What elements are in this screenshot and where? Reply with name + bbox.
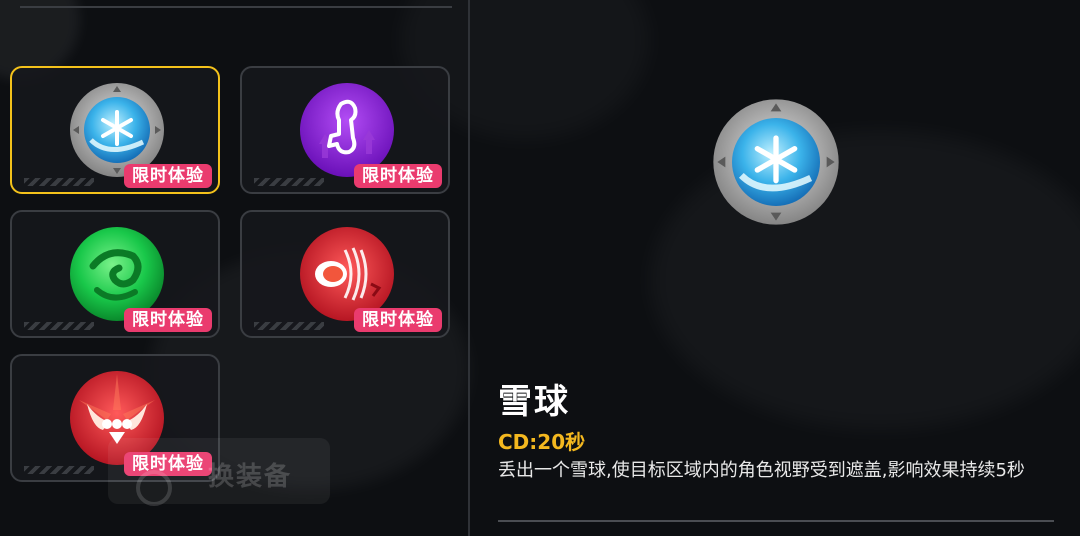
skill-name: 雪球 <box>498 382 570 422</box>
card-stripes <box>254 322 324 330</box>
card-stripes <box>24 466 94 474</box>
detail-divider <box>498 520 1054 522</box>
snowball-detail-icon <box>713 99 839 225</box>
switch-icon <box>136 470 172 506</box>
skill-grid: 限时体验 限时体验 限时体验 限时体验 限时体验 换装备 <box>0 0 468 536</box>
skill-cooldown: CD:20秒 <box>498 430 586 454</box>
skill-card-purple-jump[interactable]: 限时体验 <box>240 66 450 194</box>
limited-trial-badge: 限时体验 <box>354 164 442 188</box>
change-equipment-label: 换装备 <box>208 462 293 492</box>
card-stripes <box>24 178 94 186</box>
panel-divider <box>468 0 470 536</box>
skill-card-red-dash[interactable]: 限时体验 <box>240 210 450 338</box>
skill-description: 丢出一个雪球,使目标区域内的角色视野受到遮盖,影响效果持续5秒 <box>498 460 1025 481</box>
limited-trial-badge: 限时体验 <box>124 308 212 332</box>
change-equipment-button[interactable]: 换装备 <box>108 438 330 506</box>
card-stripes <box>254 178 324 186</box>
limited-trial-badge: 限时体验 <box>124 164 212 188</box>
card-stripes <box>24 322 94 330</box>
limited-trial-badge: 限时体验 <box>354 308 442 332</box>
skill-card-green-swirl[interactable]: 限时体验 <box>10 210 220 338</box>
skill-card-snowball[interactable]: 限时体验 <box>10 66 220 194</box>
